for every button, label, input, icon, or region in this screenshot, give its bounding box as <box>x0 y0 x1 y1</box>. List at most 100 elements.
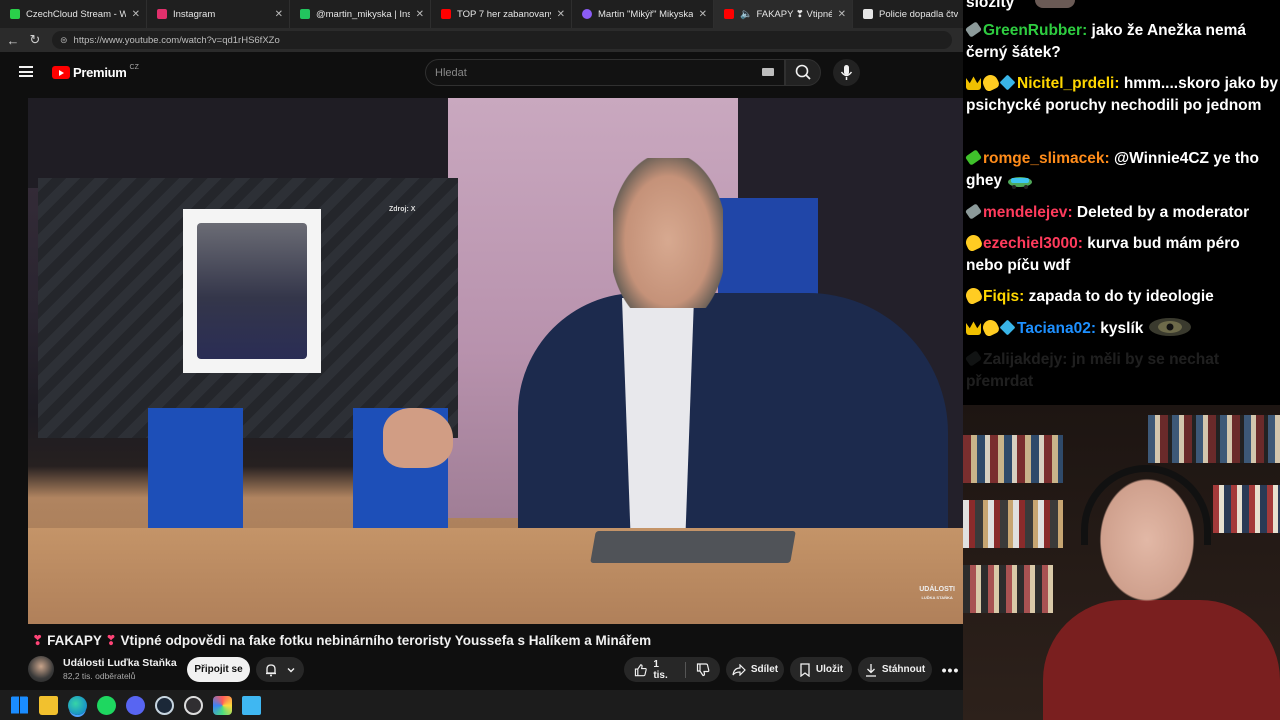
czechcloud-favicon-icon <box>10 9 20 19</box>
channel-avatar[interactable] <box>28 656 54 682</box>
tab-bar: CzechCloud Stream - Watch L ✕ Instagram … <box>0 0 963 28</box>
tab-label: CzechCloud Stream - Watch L <box>26 8 126 20</box>
channel-text: Události Luďka Staňka 82,2 tis. odběrate… <box>63 657 177 681</box>
spotify-icon[interactable] <box>97 695 116 715</box>
menu-icon[interactable] <box>19 66 33 77</box>
title-rest: Vtipné odpovědi na fake fotku nebinárníh… <box>120 633 652 648</box>
more-actions-button[interactable]: ••• <box>938 657 963 682</box>
search-button[interactable] <box>785 59 821 86</box>
tab-close-icon[interactable]: ✕ <box>557 9 565 20</box>
download-button[interactable]: Stáhnout <box>858 657 932 682</box>
tab-czechcloud[interactable]: CzechCloud Stream - Watch L ✕ <box>0 0 147 28</box>
file-explorer-icon[interactable] <box>39 695 58 715</box>
video-host-body <box>518 293 948 553</box>
video-scene-tablet <box>590 531 796 563</box>
tab-close-icon[interactable]: ✕ <box>699 9 707 20</box>
chat-message: složitý <box>966 0 1278 14</box>
chat-message: romge_slimacek: @Winnie4CZ ye tho ghey <box>964 149 1259 189</box>
tab-martin-mikyska[interactable]: Martin "Mikýř" Mikyska | MÚ ✕ <box>572 0 714 28</box>
back-arrow-icon[interactable]: ← <box>2 33 24 48</box>
search-input[interactable]: Hledat <box>425 59 785 86</box>
video-player[interactable]: Zdroj: X UDÁLOSTI LUĎKA STAŇKA <box>28 98 963 624</box>
tab-instagram-mikyska[interactable]: @martin_mikyska | Instagram ✕ <box>290 0 431 28</box>
crown-badge-icon <box>966 321 981 335</box>
premium-label: Premium <box>73 65 127 80</box>
save-button[interactable]: Uložit <box>790 657 852 682</box>
chat-username[interactable]: GreenRubber <box>983 22 1082 39</box>
microphone-icon <box>840 65 853 80</box>
notification-button[interactable] <box>256 657 304 682</box>
bell-icon <box>266 663 276 676</box>
save-label: Uložit <box>815 664 844 675</box>
chat-username[interactable]: Taciana02 <box>1017 320 1091 337</box>
voice-search-button[interactable] <box>833 59 860 86</box>
url-field[interactable]: ⊜ https://www.youtube.com/watch?v=qd1rHS… <box>52 31 952 49</box>
search-icon <box>795 64 811 80</box>
join-button[interactable]: Připojit se <box>187 657 250 682</box>
tab-policie[interactable]: Policie dopadla čtvrtou o <box>853 0 963 28</box>
video-watermark: UDÁLOSTI LUĎKA STAŇKA <box>919 586 955 602</box>
discord-icon[interactable] <box>126 695 145 715</box>
watermark-line: UDÁLOSTI <box>919 586 955 593</box>
webcam-bookshelf <box>1148 415 1280 463</box>
screen: CzechCloud Stream - Watch L ✕ Instagram … <box>0 0 1280 720</box>
video-inset-photo <box>183 209 321 373</box>
channel-name[interactable]: Události Luďka Staňka <box>63 657 177 669</box>
speaker-icon[interactable]: 🔈 <box>740 9 752 20</box>
chat-username[interactable]: ezechiel3000 <box>983 235 1078 252</box>
chat-message: Fiqis: zapada to do ty ideologie <box>963 285 1278 308</box>
watermark-line: LUĎKA STAŇKA <box>921 595 953 600</box>
youtube-logo[interactable]: Premium CZ <box>52 64 139 80</box>
pill-badge-icon <box>980 72 1001 93</box>
download-icon <box>865 663 876 677</box>
taskbar <box>0 690 963 720</box>
badge-icon <box>964 350 983 367</box>
tab-fakapy[interactable]: 🔈 FAKAPY ❣ Vtipné odp ✕ <box>714 0 853 28</box>
chat-text: kyslík <box>1100 320 1144 337</box>
youtube-play-icon <box>52 66 70 79</box>
chat-username[interactable]: romge_slimacek <box>983 150 1105 167</box>
chat-username[interactable]: mendelejev <box>983 204 1067 221</box>
tab-close-icon[interactable]: ✕ <box>275 9 283 20</box>
chat-text: zapada to do ty ideologie <box>1028 288 1214 305</box>
channel-info: Události Luďka Staňka 82,2 tis. odběrate… <box>28 656 177 682</box>
chevron-down-icon <box>287 667 295 672</box>
app-icon[interactable] <box>213 695 232 715</box>
tab-instagram[interactable]: Instagram ✕ <box>147 0 290 28</box>
badge-icon <box>964 21 983 38</box>
tab-close-icon[interactable]: ✕ <box>416 9 424 20</box>
cube-badge-icon <box>999 74 1016 91</box>
notepad-icon[interactable] <box>242 695 261 715</box>
chat-username[interactable]: Nicitel_prdeli <box>1017 75 1114 92</box>
site-info-icon[interactable]: ⊜ <box>60 35 68 46</box>
video-scene-desk <box>28 528 963 624</box>
share-button[interactable]: Sdílet <box>726 657 784 682</box>
tab-close-icon[interactable]: ✕ <box>838 9 846 20</box>
pill-badge-icon <box>980 317 1001 338</box>
subscriber-count: 82,2 tis. odběratelů <box>63 671 136 681</box>
edge-browser-icon[interactable] <box>68 695 87 715</box>
obs-icon[interactable] <box>184 695 203 715</box>
chat-username[interactable]: Zalijakdejy <box>983 351 1062 368</box>
video-source-label: Zdroj: X <box>389 206 416 213</box>
youtube-favicon-icon <box>441 9 451 19</box>
like-dislike-group: 1 tis. <box>624 657 720 682</box>
reload-icon[interactable]: ↻ <box>24 32 46 48</box>
tab-close-icon[interactable]: ✕ <box>132 9 140 20</box>
tab-label: Martin "Mikýř" Mikyska | MÚ <box>598 8 693 20</box>
video-host-hand <box>383 408 453 468</box>
windows-start-icon[interactable] <box>11 696 28 714</box>
site-favicon-icon <box>582 9 592 19</box>
keyboard-icon[interactable] <box>762 68 774 76</box>
eye-emote-icon <box>1148 318 1191 336</box>
like-button[interactable]: 1 tis. <box>624 657 685 682</box>
badge-icon <box>964 149 983 166</box>
chat-username[interactable]: Fiqis <box>983 288 1019 305</box>
tab-label: Instagram <box>173 8 216 20</box>
dislike-button[interactable] <box>686 657 720 682</box>
chat-message: Taciana02: kyslík <box>966 317 1278 340</box>
heart-emoji-icon: ❣ <box>105 633 117 648</box>
tab-label: @martin_mikyska | Instagram <box>316 8 410 20</box>
steam-icon[interactable] <box>155 695 174 715</box>
tab-top7[interactable]: TOP 7 her zabanovaných na S ✕ <box>431 0 572 28</box>
